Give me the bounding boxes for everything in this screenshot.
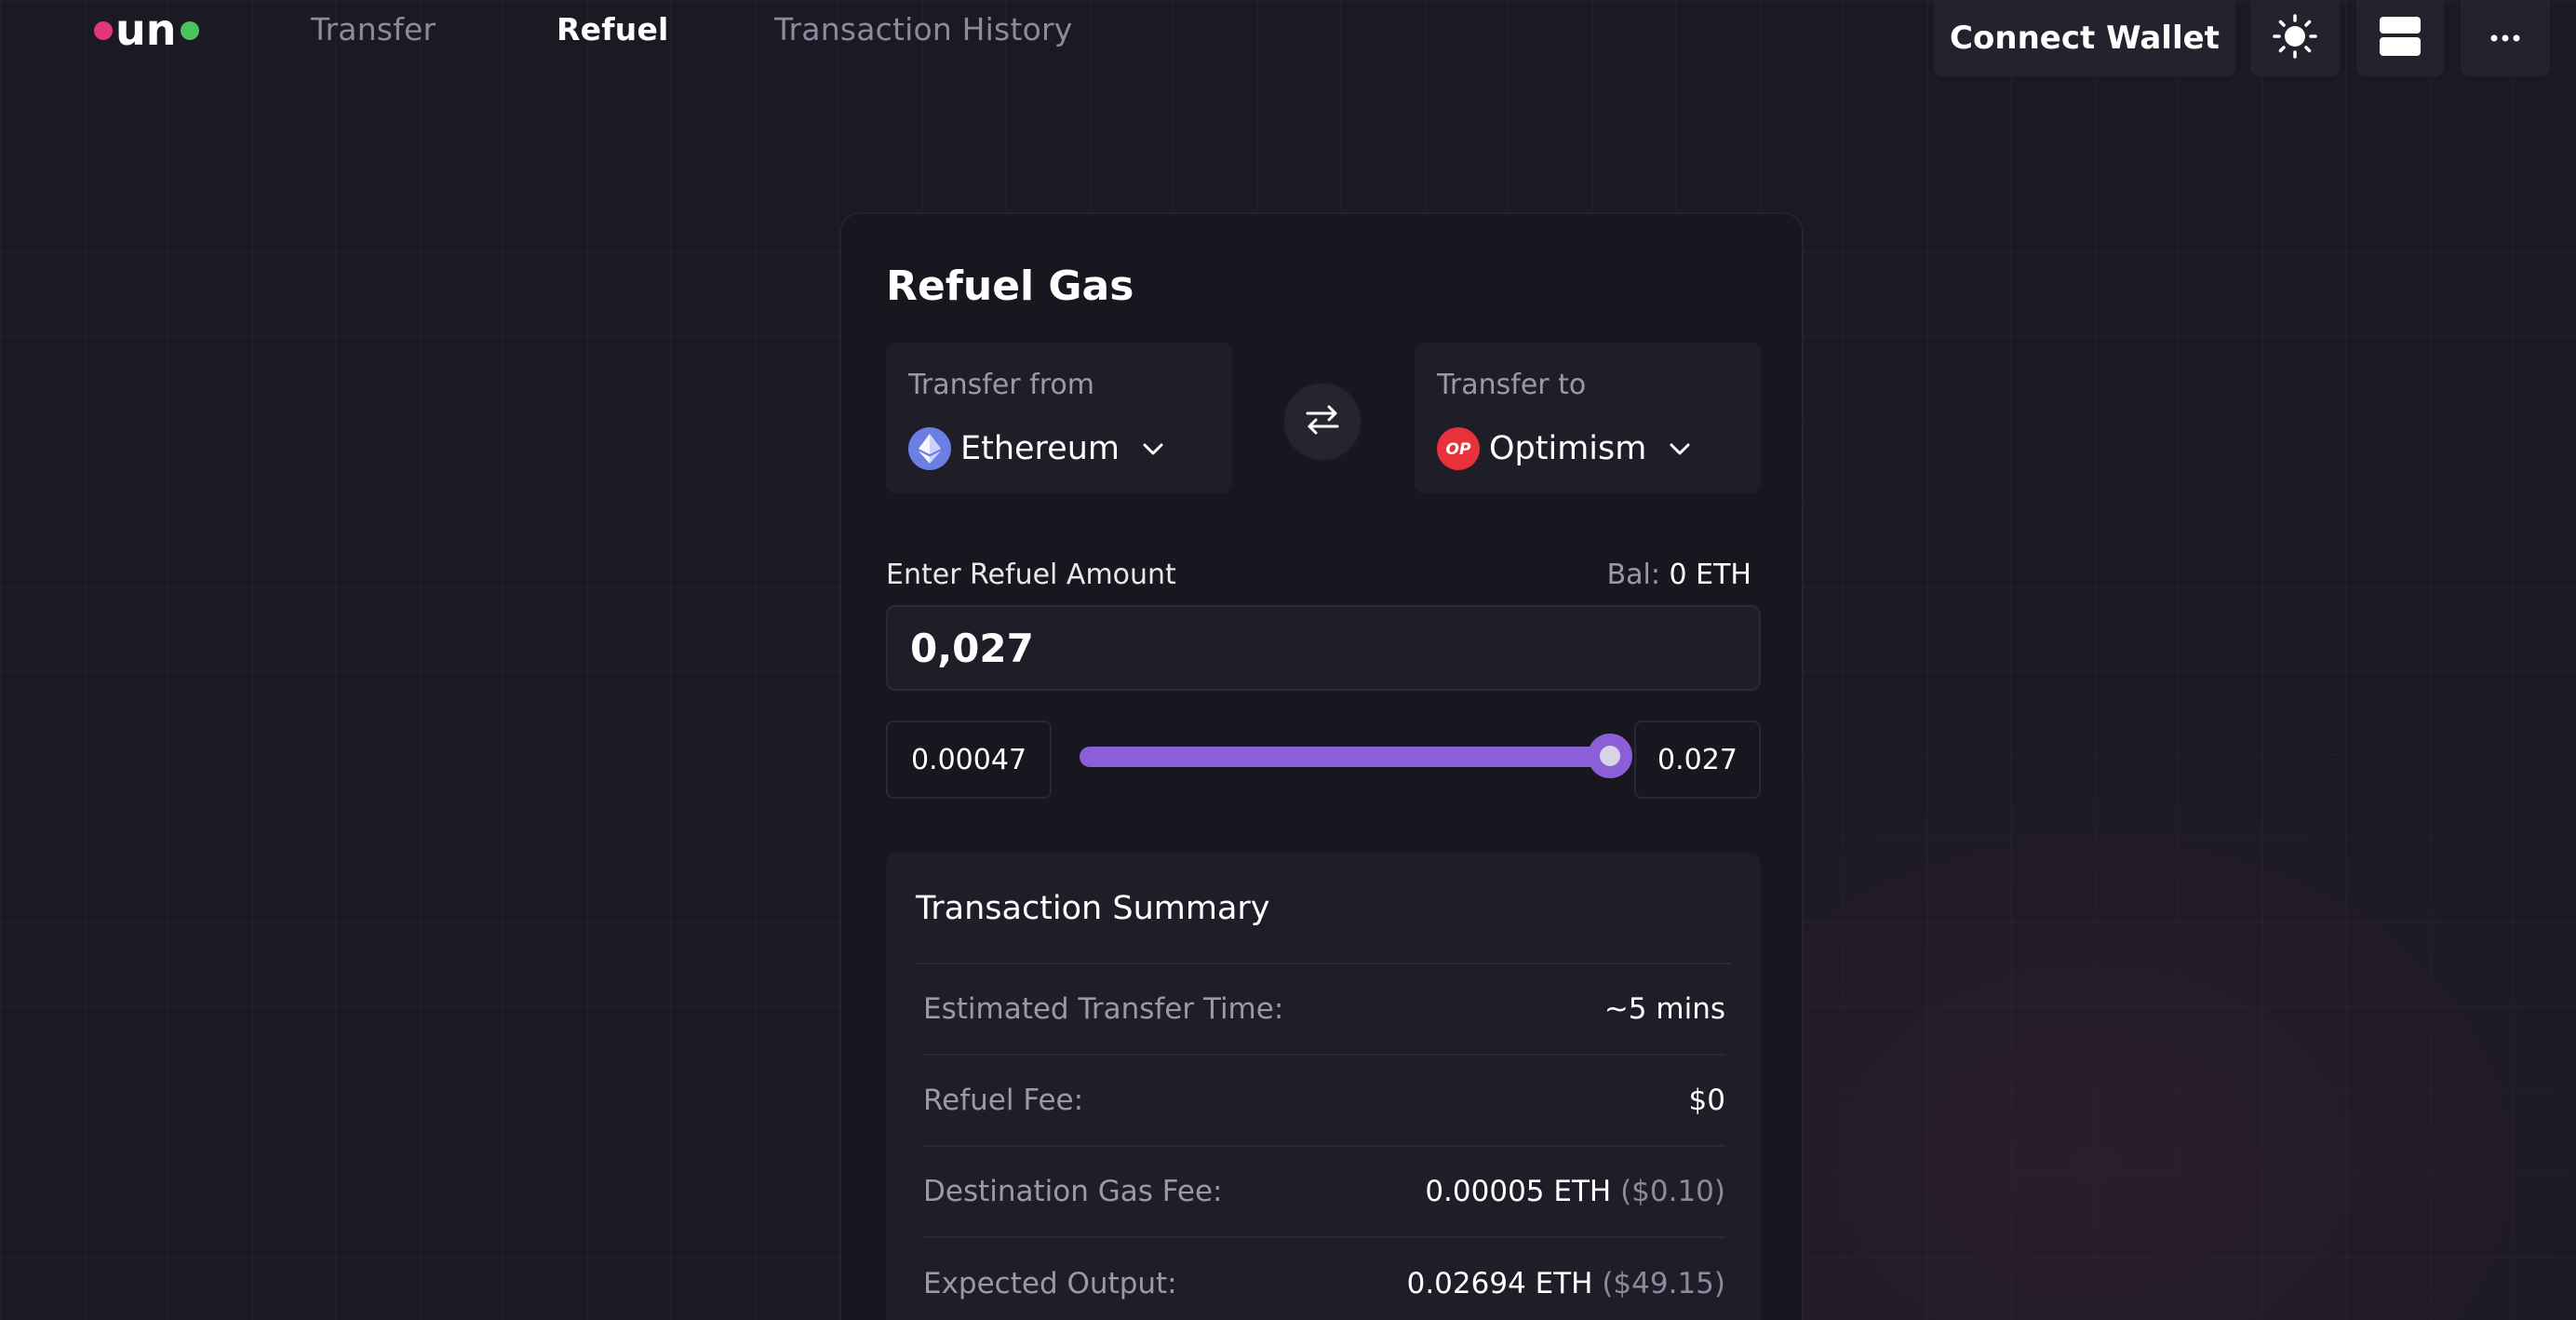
slider-max-value: 0.027 — [1634, 721, 1761, 799]
swap-arrows-icon — [1305, 404, 1340, 439]
layout-icon — [2379, 15, 2422, 61]
transfer-from-label: Transfer from — [908, 369, 1094, 401]
summary-row-usd-value: ($0.10) — [1620, 1175, 1725, 1208]
top-navigation-bar: un Transfer Refuel Transaction History C… — [0, 0, 2576, 84]
svg-text:OP: OP — [1446, 440, 1471, 459]
to-chain-name: Optimism — [1489, 430, 1647, 467]
layout-toggle-button[interactable] — [2356, 0, 2444, 76]
chevron-down-icon — [1667, 436, 1693, 462]
balance-display: Bal: 0 ETH — [1607, 559, 1751, 591]
summary-row-value: $0 — [1688, 1084, 1725, 1117]
nav-transaction-history-link[interactable]: Transaction History — [774, 11, 1072, 47]
summary-title: Transaction Summary — [916, 890, 1270, 927]
summary-row-value: ~5 mins — [1603, 992, 1725, 1026]
optimism-icon: OP — [1437, 427, 1480, 470]
summary-row-label: Expected Output: — [923, 1267, 1177, 1300]
nav-transfer-link[interactable]: Transfer — [311, 11, 436, 47]
theme-toggle-button[interactable] — [2250, 0, 2340, 76]
svg-text:un: un — [115, 7, 177, 54]
slider-min-value: 0.00047 — [886, 721, 1052, 799]
summary-row-destination-gas-fee: Destination Gas Fee: 0.00005 ETH ($0.10) — [923, 1147, 1725, 1238]
refuel-amount-slider[interactable] — [1080, 734, 1632, 778]
sun-icon — [2272, 13, 2318, 63]
more-icon — [2489, 30, 2522, 47]
transfer-from-selector[interactable]: Transfer from Ethereum — [886, 343, 1232, 493]
summary-row-label: Destination Gas Fee: — [923, 1175, 1223, 1208]
connect-wallet-label: Connect Wallet — [1950, 20, 2220, 57]
more-options-button[interactable] — [2461, 0, 2550, 76]
summary-row-expected-output: Expected Output: 0.02694 ETH ($49.15) — [923, 1238, 1725, 1320]
refuel-amount-label: Enter Refuel Amount — [886, 559, 1176, 591]
balance-value: 0 ETH — [1669, 559, 1751, 591]
transfer-to-selector[interactable]: Transfer to OP Optimism — [1415, 343, 1761, 493]
transaction-summary: Transaction Summary Estimated Transfer T… — [886, 853, 1761, 1320]
from-chain-name: Ethereum — [960, 430, 1120, 467]
refuel-card: Refuel Gas Transfer from Ethereum Transf… — [839, 212, 1804, 1320]
transfer-to-label: Transfer to — [1437, 369, 1587, 401]
summary-row-value: 0.02694 ETH — [1406, 1267, 1603, 1300]
summary-row-refuel-fee: Refuel Fee: $0 — [923, 1056, 1725, 1147]
card-title: Refuel Gas — [886, 263, 1134, 310]
uno-logo[interactable]: un — [91, 5, 203, 55]
chevron-down-icon — [1140, 436, 1166, 462]
summary-row-label: Refuel Fee: — [923, 1084, 1084, 1117]
summary-row-usd-value: ($49.15) — [1602, 1267, 1725, 1300]
refuel-amount-input[interactable] — [886, 605, 1761, 691]
connect-wallet-button[interactable]: Connect Wallet — [1934, 0, 2235, 76]
nav-refuel-link[interactable]: Refuel — [557, 11, 669, 47]
summary-row-value: 0.00005 ETH — [1425, 1175, 1621, 1208]
swap-chains-button[interactable] — [1282, 382, 1362, 462]
slider-fill — [1080, 747, 1610, 767]
slider-thumb[interactable] — [1588, 734, 1632, 778]
summary-row-transfer-time: Estimated Transfer Time: ~5 mins — [923, 964, 1725, 1056]
balance-label: Bal: — [1606, 559, 1670, 591]
ethereum-icon — [908, 427, 951, 470]
summary-row-label: Estimated Transfer Time: — [923, 992, 1284, 1026]
